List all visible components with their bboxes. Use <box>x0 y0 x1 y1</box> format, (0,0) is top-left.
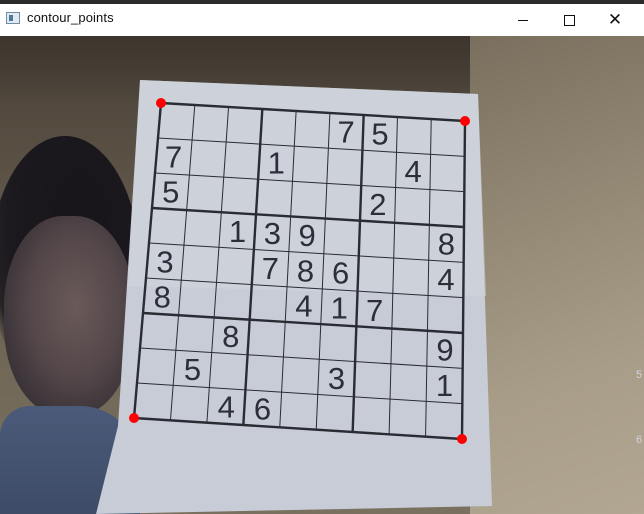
sudoku-cell-digit: 5 <box>371 117 388 152</box>
sudoku-cell-digit: 5 <box>162 175 179 210</box>
edge-mark: 6 <box>636 434 643 446</box>
sudoku-cell-digit: 8 <box>222 319 239 354</box>
minimize-button[interactable] <box>500 4 546 36</box>
sudoku-cell-digit: 6 <box>254 392 271 427</box>
sudoku-cell-digit: 8 <box>297 253 314 288</box>
sudoku-cell-digit: 4 <box>405 154 422 189</box>
close-icon: ✕ <box>607 9 623 30</box>
sudoku-paper: 7 57 1 45 21 3 9 83 7 8 6 48 4 1 78 95 3 14 6 <box>96 80 492 514</box>
sudoku-cell-digit: 4 <box>295 288 312 323</box>
sudoku-cell-digit: 7 <box>337 115 354 150</box>
edge-mark: 5 <box>636 369 643 381</box>
sudoku-cell-digit: 4 <box>218 389 235 424</box>
title-bar[interactable]: contour_points ✕ <box>0 0 644 36</box>
sudoku-cell-digit: 9 <box>436 333 453 368</box>
contour-point <box>129 413 139 423</box>
opencv-window: contour_points ✕ 75714521398378648417895… <box>0 0 644 514</box>
sudoku-cell-digit: 4 <box>437 262 454 297</box>
window-title: contour_points <box>27 10 114 25</box>
contour-point <box>460 116 470 126</box>
sudoku-cell-digit: 8 <box>154 280 171 315</box>
sudoku-cell-digit: 5 <box>184 352 201 387</box>
sudoku-cell-digit: 7 <box>366 293 383 328</box>
contour-point <box>156 98 166 108</box>
sudoku-cell-digit: 7 <box>165 140 182 175</box>
minimize-icon <box>518 19 528 21</box>
sudoku-cell-digit: 3 <box>264 216 281 251</box>
maximize-icon <box>563 14 575 26</box>
sudoku-cell-digit: 3 <box>156 245 173 280</box>
maximize-button[interactable] <box>546 4 592 36</box>
sudoku-cell-digit: 2 <box>369 187 386 222</box>
sudoku-cell-digit: 3 <box>328 361 345 396</box>
camera-frame: 757145213983786484178953146 5 6 <box>0 36 644 514</box>
sudoku-cell-digit: 1 <box>436 368 453 403</box>
opencv-window-icon <box>6 12 20 24</box>
sudoku-cell-digit: 7 <box>262 251 279 286</box>
sudoku-cell-digit: 1 <box>229 214 246 249</box>
sudoku-cell-digit: 1 <box>331 291 348 326</box>
sudoku-cell-digit: 1 <box>268 146 285 181</box>
sudoku-cell-digit: 6 <box>332 255 349 290</box>
contour-point <box>457 434 467 444</box>
close-button[interactable]: ✕ <box>592 4 638 36</box>
sudoku-cell-digit: 8 <box>438 227 455 262</box>
sudoku-cell-digit: 9 <box>299 218 316 253</box>
